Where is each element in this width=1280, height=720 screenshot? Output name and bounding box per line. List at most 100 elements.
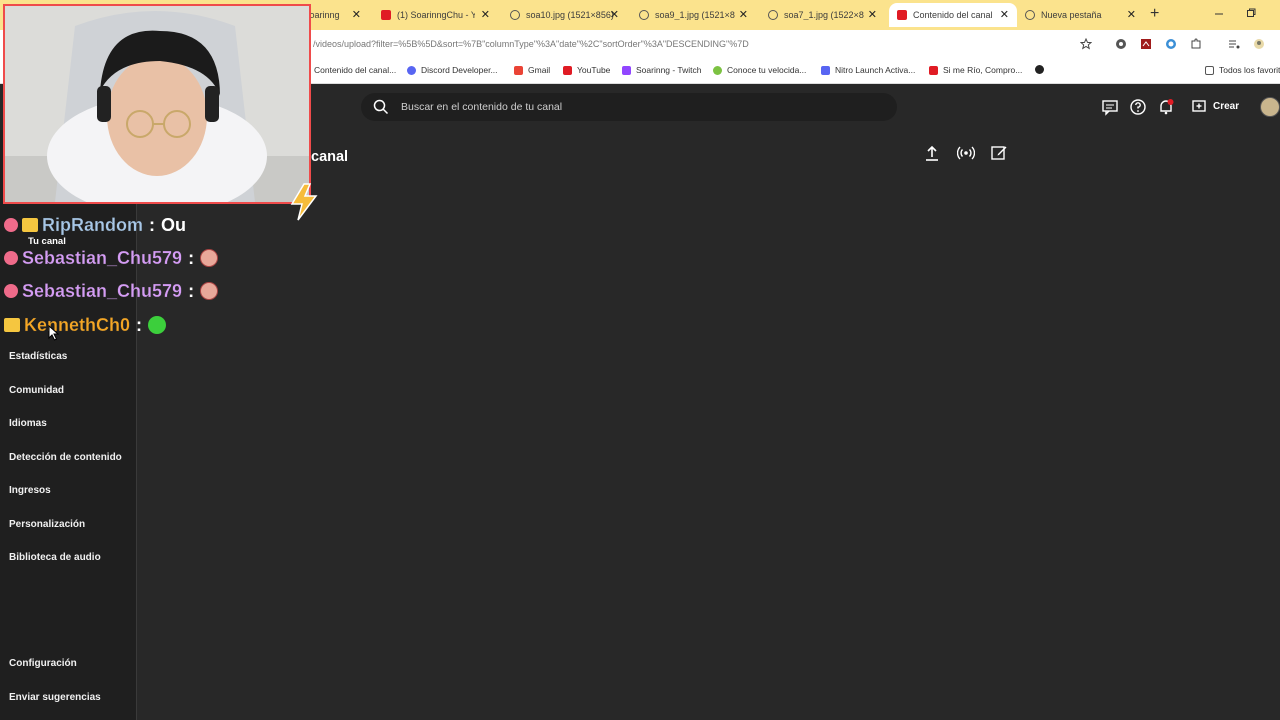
youtube-icon (563, 65, 572, 75)
avatar[interactable] (1260, 97, 1280, 117)
sidebar-item-personalizacion[interactable]: Personalización (9, 519, 85, 530)
bookmark-item[interactable]: Gmail (514, 65, 550, 75)
browser-tab[interactable]: soa10.jpg (1521×856) ✕ (502, 3, 627, 27)
tab-title: soa9_1.jpg (1521×85 (655, 10, 735, 20)
chat-separator: : (188, 280, 195, 301)
bell-icon[interactable] (1157, 98, 1175, 116)
sidebar-item-sugerencias[interactable]: Enviar sugerencias (9, 692, 101, 703)
tab-close-icon[interactable]: ✕ (610, 8, 619, 21)
search-placeholder: Buscar en el contenido de tu canal (401, 101, 563, 113)
sidebar-item-configuracion[interactable]: Configuración (9, 658, 77, 669)
bookmark-item[interactable] (1035, 65, 1049, 74)
upload-icon[interactable] (923, 144, 941, 162)
bookmark-label: Gmail (528, 65, 551, 75)
sidebar-item-ingresos[interactable]: Ingresos (9, 485, 51, 496)
chat-message: Sebastian_Chu579 : (4, 278, 219, 304)
emote-icon (148, 316, 167, 334)
crown-badge-icon (4, 318, 20, 332)
search-icon (373, 99, 389, 115)
speedtest-icon (713, 65, 722, 75)
puzzle-icon[interactable] (1190, 38, 1202, 50)
bookmark-item[interactable]: YouTube (563, 65, 610, 75)
mouse-cursor-icon (48, 325, 60, 341)
all-bookmarks[interactable]: Todos los favoritos (1205, 65, 1280, 75)
bookmark-label: Si me Río, Compro... (943, 65, 1023, 75)
emote-icon (200, 249, 219, 267)
bookmark-label: Discord Developer... (421, 65, 498, 75)
youtube-icon (381, 10, 391, 20)
tab-close-icon[interactable]: ✕ (1127, 8, 1136, 21)
profile-icon[interactable] (1253, 38, 1265, 50)
sidebar-item-deteccion[interactable]: Detección de contenido (9, 452, 122, 463)
messages-icon[interactable] (1101, 98, 1119, 116)
create-button[interactable]: Crear (1187, 94, 1245, 118)
emote-icon (200, 282, 219, 300)
bookmark-label: Conoce tu velocida... (727, 65, 807, 75)
bookmark-label: YouTube (577, 65, 611, 75)
tab-close-icon[interactable]: ✕ (481, 8, 490, 21)
sub-badge-icon (4, 284, 18, 298)
url-field[interactable]: /videos/upload?filter=%5B%5D&sort=%7B"co… (313, 39, 749, 49)
browser-tab[interactable]: soa7_1.jpg (1522×85 ✕ (760, 3, 885, 27)
nitro-icon (821, 65, 830, 75)
bookmark-item[interactable]: Soarinng - Twitch (622, 65, 702, 75)
bookmark-item[interactable]: Nitro Launch Activa... (821, 65, 915, 75)
search-bar[interactable]: Buscar en el contenido de tu canal (361, 93, 897, 121)
help-icon[interactable] (1129, 98, 1147, 116)
live-icon[interactable] (957, 144, 975, 162)
chat-message: RipRandom : Ou (4, 212, 186, 238)
crown-badge-icon (22, 218, 38, 232)
sub-badge-icon (4, 218, 18, 232)
browser-tab[interactable]: Nueva pestaña ✕ (1019, 3, 1144, 27)
tab-title: soa7_1.jpg (1522×85 (784, 10, 864, 20)
add-video-icon (1192, 100, 1206, 112)
lightning-icon (290, 183, 318, 221)
tab-title: soa10.jpg (1521×856) (526, 10, 614, 20)
chat-username: Sebastian_Chu579 (22, 280, 183, 301)
minimize-icon[interactable] (1214, 9, 1224, 19)
sidebar-item-biblioteca-audio[interactable]: Biblioteca de audio (9, 552, 101, 563)
tab-title: (1) SoarinngChu - You (397, 10, 475, 20)
discord-icon (407, 65, 416, 75)
star-icon[interactable] (1080, 38, 1092, 50)
media-icon[interactable] (1228, 38, 1240, 50)
chat-username: KennethCh0 (24, 314, 131, 335)
browser-tab[interactable]: soa9_1.jpg (1521×85 ✕ (631, 3, 756, 27)
sidebar-item-comunidad[interactable]: Comunidad (9, 385, 64, 396)
page-title: canal (311, 149, 349, 165)
tab-title: Contenido del canal (913, 10, 993, 20)
sidebar-item-idiomas[interactable]: Idiomas (9, 418, 47, 429)
bookmark-item[interactable]: Conoce tu velocida... (713, 65, 806, 75)
extension-icon[interactable] (1140, 38, 1152, 50)
bookmark-label: Nitro Launch Activa... (835, 65, 916, 75)
restore-icon[interactable] (1246, 8, 1256, 18)
browser-tab-active[interactable]: Contenido del canal ✕ (889, 3, 1017, 27)
globe-icon (768, 10, 778, 20)
tab-close-icon[interactable]: ✕ (739, 8, 748, 21)
chat-separator: : (188, 247, 195, 268)
webcam-feed (5, 6, 309, 202)
browser-tab[interactable]: soarinng ✕ (305, 3, 369, 27)
globe-icon (639, 10, 649, 20)
browser-tab[interactable]: (1) SoarinngChu - You ✕ (373, 3, 498, 27)
sidebar-item-estadisticas[interactable]: Estadísticas (9, 351, 67, 362)
bookmark-item[interactable]: Si me Río, Compro... (929, 65, 1022, 75)
globe-icon (1035, 65, 1044, 74)
webcam-overlay (3, 4, 311, 204)
new-tab-button[interactable]: + (1150, 5, 1159, 23)
chat-separator: : (136, 314, 143, 335)
gmail-icon (514, 65, 523, 75)
tab-close-icon[interactable]: ✕ (868, 8, 877, 21)
extension-icon[interactable] (1115, 38, 1127, 50)
youtube-icon (929, 65, 938, 75)
sub-badge-icon (4, 251, 18, 265)
tab-close-icon[interactable]: ✕ (1000, 8, 1009, 21)
youtube-icon (897, 10, 907, 20)
extension-icon[interactable] (1165, 38, 1177, 50)
tab-close-icon[interactable]: ✕ (352, 8, 361, 21)
chat-text: Ou (161, 214, 186, 235)
edit-icon[interactable] (990, 144, 1008, 162)
tab-title: Nueva pestaña (1041, 10, 1102, 20)
bookmark-item[interactable]: Discord Developer... (407, 65, 498, 75)
bookmark-item[interactable]: Contenido del canal... (314, 65, 396, 75)
